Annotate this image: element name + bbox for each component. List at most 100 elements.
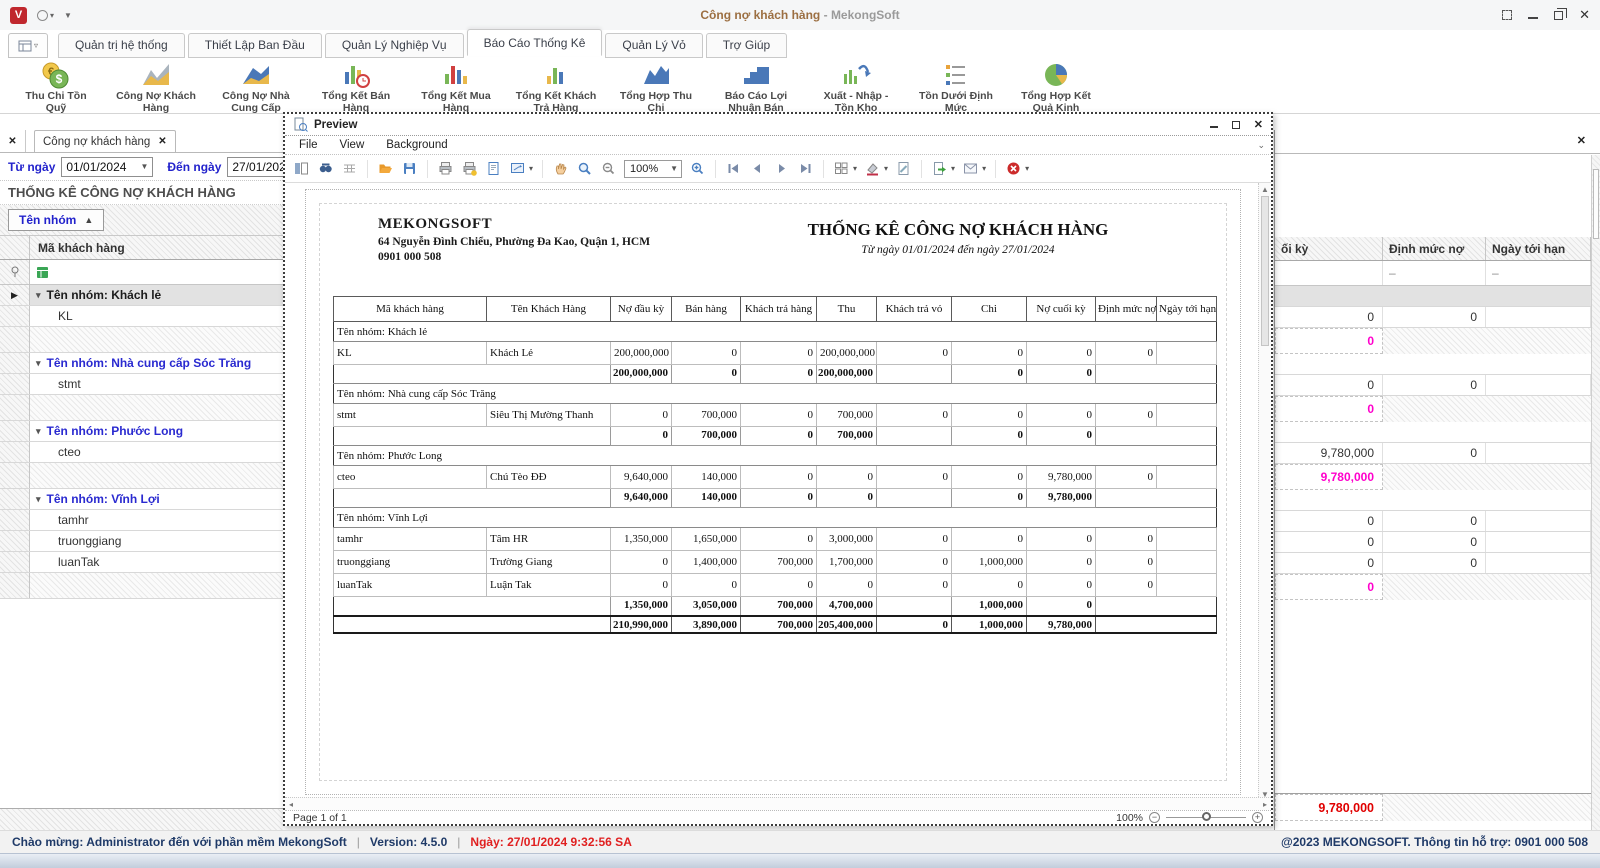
column-header-ngay-toi-han[interactable]: Ngày tới hạn [1486,237,1591,260]
ribbon-ton-duoi-dinh-muc[interactable]: Tồn Dưới Định Mức [906,60,1006,114]
left-item-row[interactable]: stmt [0,374,283,395]
left-item-row[interactable]: tamhr [0,510,283,531]
to-date-input[interactable]: 27/01/2024 [227,157,283,177]
group-chip-ten-nhom[interactable]: Tên nhóm▲ [8,209,104,231]
filter-cell[interactable] [30,260,283,284]
export-document-button[interactable] [931,160,948,177]
zoom-slider-knob[interactable] [1202,812,1211,821]
tab-tro-giup[interactable]: Trợ Giúp [706,33,787,58]
zoom-slider[interactable] [1166,817,1246,818]
scale-button[interactable] [509,160,526,177]
exit-preview-button[interactable] [1005,160,1022,177]
page-color-button[interactable] [864,160,881,177]
left-item-row[interactable]: KL [0,306,283,327]
left-group-row[interactable]: ▾Tên nhóm: Nhà cung cấp Sóc Trăng [0,353,283,374]
print-button[interactable] [437,160,454,177]
scrollbar-thumb[interactable] [1261,196,1269,346]
right-item-row[interactable]: 00 [1275,511,1591,532]
zoom-out-icon[interactable]: − [1149,812,1160,823]
save-button[interactable] [401,160,418,177]
document-tab-cong-no-khach-hang[interactable]: Công nợ khách hàng✕ [34,130,176,152]
scroll-left-icon[interactable]: ◂ [289,800,293,809]
right-group-band[interactable] [1275,422,1591,443]
page-setup-button[interactable] [485,160,502,177]
menu-view[interactable]: View [340,139,365,151]
minimize-button[interactable] [1528,17,1538,19]
right-item-row[interactable]: 00 [1275,375,1591,396]
column-header-dinh-muc-no[interactable]: Định mức nợ [1383,237,1486,260]
scroll-right-icon[interactable]: ▸ [1263,800,1267,809]
right-group-band[interactable] [1275,286,1591,307]
next-page-button[interactable] [773,160,790,177]
tab-bao-cao-thong-ke[interactable]: Báo Cáo Thống Kê [467,29,603,56]
ribbon-tong-ket-khach-tra-hang[interactable]: Tổng Kết Khách Trả Hàng [506,60,606,114]
preview-minimize-button[interactable] [1210,126,1218,128]
first-page-button[interactable] [725,160,742,177]
multiple-pages-button[interactable] [833,160,850,177]
ribbon-tong-ket-ban-hang[interactable]: Tổng Kết Bán Hàng [306,60,406,114]
scroll-up-icon[interactable]: ▲ [1259,183,1271,196]
zoom-in-icon[interactable]: + [1252,812,1263,823]
ribbon-thu-chi-ton-quy[interactable]: €$Thu Chi Tồn Quỹ [6,60,106,114]
ribbon-xuat-nhap-ton-kho[interactable]: Xuất - Nhập - Tồn Kho [806,60,906,114]
right-item-row[interactable]: 00 [1275,307,1591,328]
tab-thiet-lap-ban-dau[interactable]: Thiết Lập Ban Đầu [188,33,322,58]
preview-vertical-scrollbar[interactable]: ▲ ▼ [1258,183,1271,801]
right-group-band[interactable] [1275,490,1591,511]
chevron-down-icon[interactable]: ▾ [951,164,955,173]
chevron-down-icon[interactable]: ⌄ [1257,140,1265,151]
preview-maximize-button[interactable] [1232,121,1240,129]
chevron-down-icon[interactable]: ▾ [1025,164,1029,173]
quick-print-button[interactable] [461,160,478,177]
last-page-button[interactable] [797,160,814,177]
from-date-input[interactable]: 01/01/2024▼ [61,157,153,177]
right-group-band[interactable] [1275,354,1591,375]
chevron-down-icon[interactable]: ▼ [670,164,678,173]
fullscreen-button[interactable] [1502,10,1512,20]
preview-close-button[interactable]: ✕ [1254,118,1263,131]
zoom-in-button[interactable] [689,160,706,177]
tab-quan-ly-nghiep-vu[interactable]: Quản Lý Nghiệp Vụ [325,33,464,58]
vertical-scrollbar[interactable] [1591,155,1600,830]
preview-title-bar[interactable]: Preview ✕ [285,114,1271,136]
ribbon-cong-no-khach-hang[interactable]: Công Nợ Khách Hàng [106,60,206,114]
close-button[interactable]: ✕ [1579,10,1590,20]
scrollbar-thumb[interactable] [1593,169,1599,239]
left-group-row[interactable]: ▾Tên nhóm: Vĩnh Lợi [0,489,283,510]
document-map-button[interactable] [293,160,310,177]
filter-cell[interactable]: – [1486,261,1591,285]
filter-cell[interactable] [1275,261,1383,285]
customize-button[interactable] [341,160,358,177]
chevron-down-icon[interactable]: ▾ [884,164,888,173]
send-email-button[interactable] [962,160,979,177]
restore-button[interactable] [1554,11,1563,20]
filter-cell[interactable]: – [1383,261,1486,285]
close-all-tabs-button[interactable]: ✕ [0,130,26,152]
ribbon-cong-no-nha-cung-cap[interactable]: Công Nợ Nhà Cung Cấp [206,60,306,114]
open-button[interactable] [377,160,394,177]
tab-close-icon[interactable]: ✕ [158,136,166,147]
magnifier-tool-button[interactable] [576,160,593,177]
zoom-combo[interactable]: 100%▼ [624,160,682,178]
menu-file[interactable]: File [299,139,318,151]
chevron-down-icon[interactable]: ▾ [982,164,986,173]
tab-quan-ly-vo[interactable]: Quản Lý Vỏ [605,33,702,58]
preview-horizontal-scrollbar[interactable]: ◂▸ [285,797,1271,810]
toolbar-customize-button[interactable]: ▼ [64,11,72,20]
filter-type-icon[interactable] [36,266,49,279]
search-button[interactable] [317,160,334,177]
chevron-down-icon[interactable]: ▾ [853,164,857,173]
column-header-no-cuoi-ky[interactable]: ối kỳ [1275,237,1383,260]
watermark-button[interactable] [895,160,912,177]
left-group-row[interactable]: ▶▾Tên nhóm: Khách lẻ [0,285,283,306]
window-list-button[interactable]: ▿ [8,33,48,58]
previous-page-button[interactable] [749,160,766,177]
right-item-row[interactable]: 9,780,0000 [1275,443,1591,464]
ribbon-tong-ket-mua-hang[interactable]: Tổng Kết Mua Hàng [406,60,506,114]
right-item-row[interactable]: 00 [1275,553,1591,574]
panel-close-icon[interactable]: ✕ [1577,134,1586,147]
right-grid-filter-row[interactable]: – – [1275,261,1591,286]
chevron-down-icon[interactable]: ▼ [140,162,148,171]
chevron-down-icon[interactable]: ▾ [529,164,533,173]
quick-access-circle-icon[interactable] [37,10,48,21]
